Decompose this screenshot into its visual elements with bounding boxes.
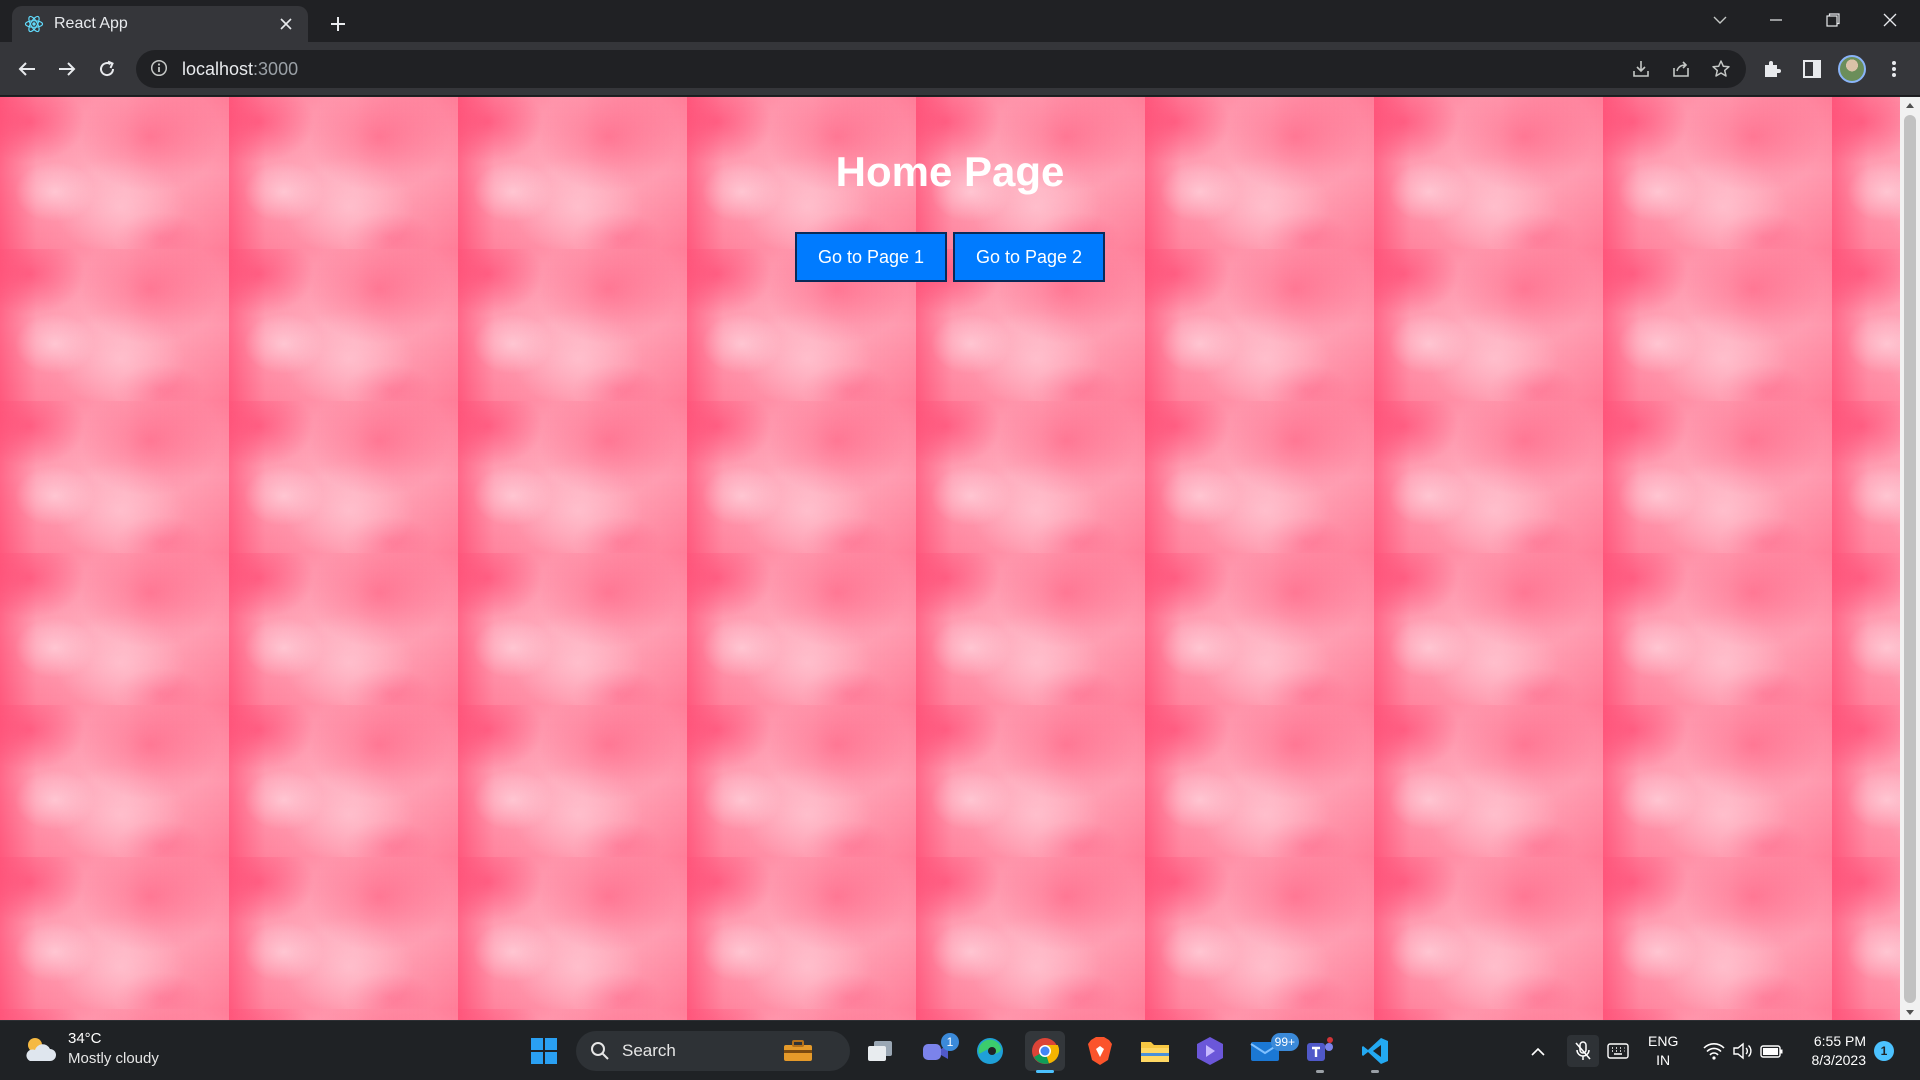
tab-title: React App: [54, 15, 128, 32]
language-indicator[interactable]: ENG IN: [1648, 1032, 1678, 1070]
go-to-page-1-button[interactable]: Go to Page 1: [795, 232, 947, 282]
url-port: :3000: [253, 58, 299, 79]
search-label: Search: [622, 1041, 676, 1060]
chrome-browser-icon[interactable]: [1025, 1031, 1065, 1073]
browser-tab[interactable]: React App: [12, 6, 308, 42]
clock-time: 6:55 PM: [1813, 1033, 1866, 1049]
back-arrow-icon[interactable]: [11, 53, 43, 85]
weather-description: Mostly cloudy: [68, 1050, 159, 1067]
page-viewport: Home Page Go to Page 1 Go to Page 2: [0, 97, 1900, 1020]
edge-browser-icon[interactable]: [970, 1031, 1010, 1071]
power-automate-icon[interactable]: [1190, 1031, 1230, 1071]
taskbar-search[interactable]: Search: [576, 1031, 850, 1071]
forward-arrow-icon[interactable]: [51, 53, 83, 85]
vscode-running-indicator: [1371, 1070, 1379, 1073]
side-panel-icon[interactable]: [1796, 53, 1828, 85]
address-bar[interactable]: localhost:3000: [136, 50, 1746, 88]
battery-icon[interactable]: [1760, 1039, 1784, 1063]
scrollbar-thumb[interactable]: [1904, 115, 1916, 1003]
go-to-page-2-button[interactable]: Go to Page 2: [953, 232, 1105, 282]
teams-meet-badge: 1: [941, 1033, 959, 1051]
site-info-icon[interactable]: [150, 59, 170, 79]
search-highlight-briefcase-icon: [782, 1039, 814, 1063]
share-icon[interactable]: [1669, 57, 1693, 81]
profile-avatar[interactable]: [1836, 53, 1868, 85]
microphone-muted-icon[interactable]: [1567, 1035, 1599, 1067]
bookmark-star-icon[interactable]: [1709, 57, 1733, 81]
system-clock[interactable]: 6:55 PM 8/3/2023: [1802, 1032, 1867, 1070]
extensions-puzzle-icon[interactable]: [1756, 53, 1788, 85]
close-window-icon[interactable]: [1872, 6, 1908, 34]
language-code: ENG: [1648, 1033, 1679, 1049]
page-scrollbar[interactable]: [1900, 97, 1920, 1020]
scroll-up-arrow-icon[interactable]: [1900, 97, 1920, 113]
show-hidden-icons-chevron-icon[interactable]: [1526, 1039, 1550, 1063]
language-region: IN: [1656, 1052, 1671, 1068]
wifi-icon[interactable]: [1702, 1039, 1726, 1063]
tab-search-chevron-icon[interactable]: [1702, 6, 1738, 34]
restore-icon[interactable]: [1815, 6, 1851, 34]
clock-date: 8/3/2023: [1811, 1052, 1867, 1068]
browser-titlebar: React App: [0, 0, 1920, 42]
url-host: localhost: [182, 58, 254, 79]
minimize-icon[interactable]: [1758, 6, 1794, 34]
file-explorer-icon[interactable]: [1135, 1031, 1175, 1071]
chrome-menu-kebab-icon[interactable]: [1878, 53, 1910, 85]
weather-temperature: 34°C: [68, 1030, 102, 1047]
react-favicon-icon: [24, 14, 44, 34]
reload-icon[interactable]: [91, 53, 123, 85]
keyboard-icon[interactable]: [1606, 1039, 1630, 1063]
teams-meet-icon[interactable]: 1: [915, 1031, 959, 1071]
browser-toolbar: localhost:3000: [0, 42, 1920, 96]
teams-icon[interactable]: [1300, 1031, 1340, 1073]
page-title: Home Page: [835, 148, 1065, 195]
mail-icon[interactable]: 99+: [1245, 1031, 1299, 1071]
task-view-icon[interactable]: [860, 1031, 900, 1071]
page-nav-buttons: Go to Page 1 Go to Page 2: [0, 232, 1900, 282]
search-icon: [590, 1041, 610, 1061]
volume-icon[interactable]: [1731, 1039, 1755, 1063]
chrome-running-indicator: [1036, 1070, 1054, 1073]
new-tab-plus-icon[interactable]: [324, 10, 352, 38]
notification-count-badge[interactable]: 1: [1874, 1041, 1894, 1061]
scroll-down-arrow-icon[interactable]: [1900, 1004, 1920, 1020]
tab-close-icon[interactable]: [276, 14, 296, 34]
weather-widget[interactable]: 34°C Mostly cloudy: [22, 1029, 159, 1069]
install-app-icon[interactable]: [1629, 57, 1653, 81]
windows-start-icon[interactable]: [524, 1031, 564, 1071]
brave-browser-icon[interactable]: [1080, 1031, 1120, 1071]
vscode-icon[interactable]: [1355, 1031, 1395, 1073]
windows-taskbar: 34°C Mostly cloudy Search 1 99+ ENG IN 6…: [0, 1020, 1920, 1080]
cloudy-weather-icon: [22, 1035, 56, 1063]
avatar: [1838, 55, 1866, 83]
mail-badge: 99+: [1270, 1033, 1299, 1051]
teams-running-indicator: [1316, 1070, 1324, 1073]
